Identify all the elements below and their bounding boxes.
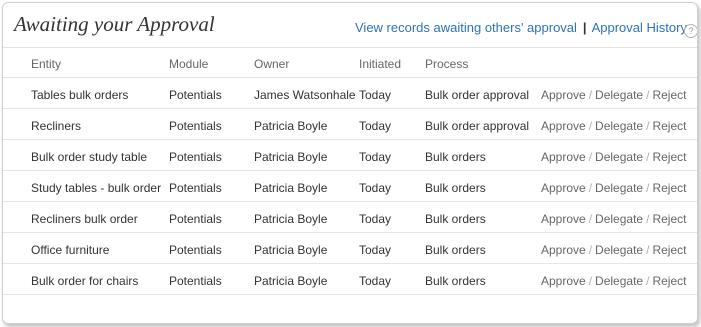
delegate-button[interactable]: Delegate [595, 212, 643, 226]
owner-cell: Patricia Boyle [254, 181, 328, 195]
delegate-button[interactable]: Delegate [595, 274, 643, 288]
row-actions: Approve / Delegate / Reject [541, 88, 686, 102]
reject-button[interactable]: Reject [652, 274, 686, 288]
module-cell: Potentials [169, 181, 222, 195]
module-cell: Potentials [169, 243, 222, 257]
action-separator: / [646, 150, 650, 164]
action-separator: / [588, 181, 593, 195]
action-separator: / [646, 243, 650, 257]
approval-history-link[interactable]: Approval History [592, 20, 687, 35]
entity-cell[interactable]: Tables bulk orders [31, 88, 128, 102]
process-cell: Bulk order approval [425, 88, 530, 102]
initiated-cell: Today [359, 150, 392, 164]
module-cell: Potentials [169, 150, 222, 164]
process-cell: Bulk order approval [425, 119, 530, 133]
table-header: Entity Module Owner Initiated Process [3, 47, 697, 78]
reject-button[interactable]: Reject [652, 150, 686, 164]
approve-button[interactable]: Approve [541, 181, 586, 195]
initiated-cell: Today [359, 88, 392, 102]
initiated-cell: Today [359, 181, 392, 195]
module-cell: Potentials [169, 274, 222, 288]
owner-cell: Patricia Boyle [254, 119, 328, 133]
delegate-button[interactable]: Delegate [595, 150, 643, 164]
approve-button[interactable]: Approve [541, 212, 586, 226]
delegate-button[interactable]: Delegate [595, 88, 643, 102]
column-header-entity[interactable]: Entity [31, 57, 61, 71]
entity-cell[interactable]: Bulk order study table [31, 150, 147, 164]
owner-cell: Patricia Boyle [254, 212, 328, 226]
column-header-initiated[interactable]: Initiated [359, 57, 401, 71]
action-separator: / [588, 150, 593, 164]
row-actions: Approve / Delegate / Reject [541, 212, 686, 226]
approve-button[interactable]: Approve [541, 274, 586, 288]
delegate-button[interactable]: Delegate [595, 119, 643, 133]
action-separator: / [588, 243, 593, 257]
action-separator: / [646, 88, 650, 102]
approval-panel: Awaiting your Approval View records awai… [2, 2, 698, 324]
row-actions: Approve / Delegate / Reject [541, 274, 686, 288]
action-separator: / [646, 181, 650, 195]
column-header-process[interactable]: Process [425, 57, 468, 71]
row-actions: Approve / Delegate / Reject [541, 150, 686, 164]
row-actions: Approve / Delegate / Reject [541, 243, 686, 257]
action-separator: / [588, 119, 593, 133]
reject-button[interactable]: Reject [652, 181, 686, 195]
entity-cell[interactable]: Office furniture [31, 243, 109, 257]
module-cell: Potentials [169, 119, 222, 133]
action-separator: / [646, 212, 650, 226]
approve-button[interactable]: Approve [541, 243, 586, 257]
delegate-button[interactable]: Delegate [595, 181, 643, 195]
action-separator: / [646, 274, 650, 288]
initiated-cell: Today [359, 212, 392, 226]
owner-cell: Patricia Boyle [254, 150, 328, 164]
entity-cell[interactable]: Bulk order for chairs [31, 274, 138, 288]
reject-button[interactable]: Reject [652, 88, 686, 102]
link-separator: | [582, 20, 587, 35]
delegate-button[interactable]: Delegate [595, 243, 643, 257]
row-actions: Approve / Delegate / Reject [541, 181, 686, 195]
reject-button[interactable]: Reject [652, 119, 686, 133]
page-title: Awaiting your Approval [14, 12, 215, 36]
initiated-cell: Today [359, 243, 392, 257]
process-cell: Bulk orders [425, 243, 486, 257]
module-cell: Potentials [169, 212, 222, 226]
table-row: Bulk order for chairs Potentials Patrici… [3, 264, 697, 295]
action-separator: / [588, 212, 593, 226]
table-row: Bulk order study table Potentials Patric… [3, 140, 697, 171]
action-separator: / [588, 88, 593, 102]
module-cell: Potentials [169, 88, 222, 102]
table-row: Recliners Potentials Patricia Boyle Toda… [3, 109, 697, 140]
table-row: Tables bulk orders Potentials James Wats… [3, 78, 697, 109]
header-links: View records awaiting others' approval | A… [355, 20, 687, 35]
owner-cell: Patricia Boyle [254, 243, 328, 257]
approve-button[interactable]: Approve [541, 150, 586, 164]
view-others-approval-link[interactable]: View records awaiting others' approval [355, 20, 577, 35]
help-icon[interactable]: ? [684, 24, 697, 38]
column-header-module[interactable]: Module [169, 57, 208, 71]
entity-cell[interactable]: Recliners [31, 119, 81, 133]
approve-button[interactable]: Approve [541, 88, 586, 102]
entity-cell[interactable]: Recliners bulk order [31, 212, 138, 226]
process-cell: Bulk orders [425, 150, 486, 164]
column-header-owner[interactable]: Owner [254, 57, 289, 71]
panel-header: Awaiting your Approval View records awai… [3, 3, 697, 48]
process-cell: Bulk orders [425, 181, 486, 195]
process-cell: Bulk orders [425, 274, 486, 288]
reject-button[interactable]: Reject [652, 243, 686, 257]
entity-cell[interactable]: Study tables - bulk order [31, 181, 161, 195]
owner-cell: James Watsonhale [254, 88, 356, 102]
initiated-cell: Today [359, 119, 392, 133]
process-cell: Bulk orders [425, 212, 486, 226]
reject-button[interactable]: Reject [652, 212, 686, 226]
table-row: Recliners bulk order Potentials Patricia… [3, 202, 697, 233]
table-row: Study tables - bulk order Potentials Pat… [3, 171, 697, 202]
row-actions: Approve / Delegate / Reject [541, 119, 686, 133]
table-row: Office furniture Potentials Patricia Boy… [3, 233, 697, 264]
approve-button[interactable]: Approve [541, 119, 586, 133]
action-separator: / [646, 119, 650, 133]
action-separator: / [588, 274, 593, 288]
approval-table-body: Tables bulk orders Potentials James Wats… [3, 78, 697, 295]
initiated-cell: Today [359, 274, 392, 288]
owner-cell: Patricia Boyle [254, 274, 328, 288]
